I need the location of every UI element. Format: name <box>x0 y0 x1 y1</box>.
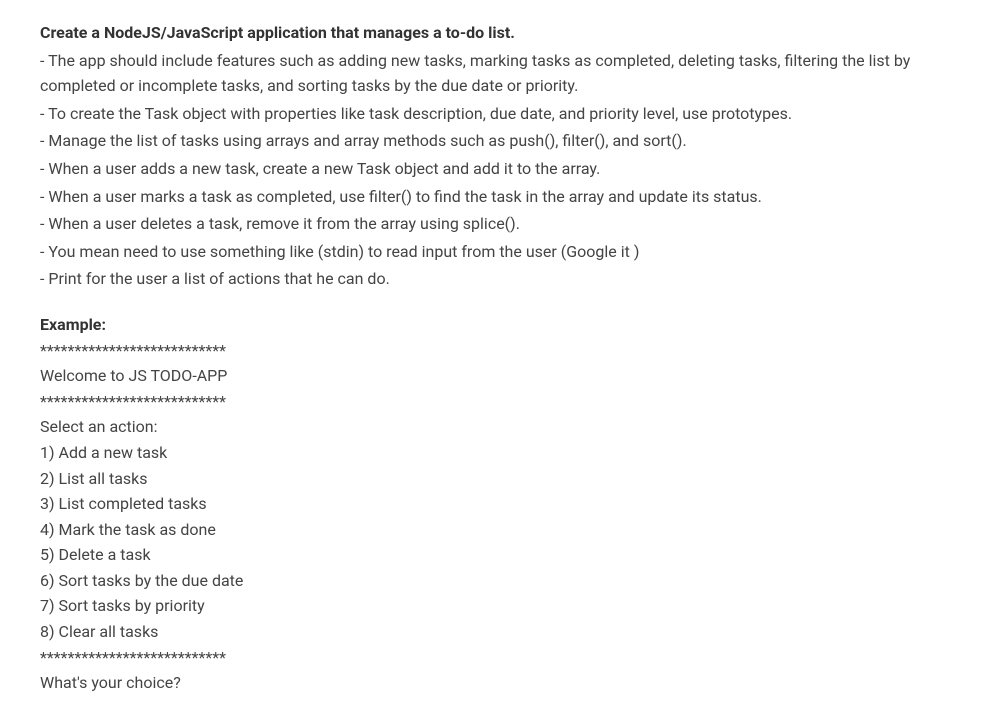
bullet-item: - Print for the user a list of actions t… <box>40 266 962 292</box>
example-output: *************************** Welcome to J… <box>40 338 962 696</box>
bullet-item: - The app should include features such a… <box>40 48 962 99</box>
example-line: 6) Sort tasks by the due date <box>40 568 962 594</box>
example-line: *************************** <box>40 645 962 671</box>
example-line: 7) Sort tasks by priority <box>40 593 962 619</box>
example-line: Select an action: <box>40 414 962 440</box>
example-line: 4) Mark the task as done <box>40 517 962 543</box>
example-line: 3) List completed tasks <box>40 491 962 517</box>
example-line: 5) Delete a task <box>40 542 962 568</box>
bullet-item: - You mean need to use something like (s… <box>40 239 962 265</box>
example-line: Welcome to JS TODO-APP <box>40 363 962 389</box>
example-line: 8) Clear all tasks <box>40 619 962 645</box>
bullet-item: - When a user deletes a task, remove it … <box>40 211 962 237</box>
example-line: What's your choice? <box>40 670 962 696</box>
document-heading: Create a NodeJS/JavaScript application t… <box>40 20 962 46</box>
bullet-item: - Manage the list of tasks using arrays … <box>40 128 962 154</box>
example-line: *************************** <box>40 338 962 364</box>
example-line: *************************** <box>40 389 962 415</box>
bullet-list: - The app should include features such a… <box>40 48 962 292</box>
bullet-item: - When a user marks a task as completed,… <box>40 184 962 210</box>
example-heading: Example: <box>40 312 962 338</box>
bullet-item: - To create the Task object with propert… <box>40 101 962 127</box>
bullet-item: - When a user adds a new task, create a … <box>40 156 962 182</box>
example-line: 2) List all tasks <box>40 466 962 492</box>
example-line: 1) Add a new task <box>40 440 962 466</box>
